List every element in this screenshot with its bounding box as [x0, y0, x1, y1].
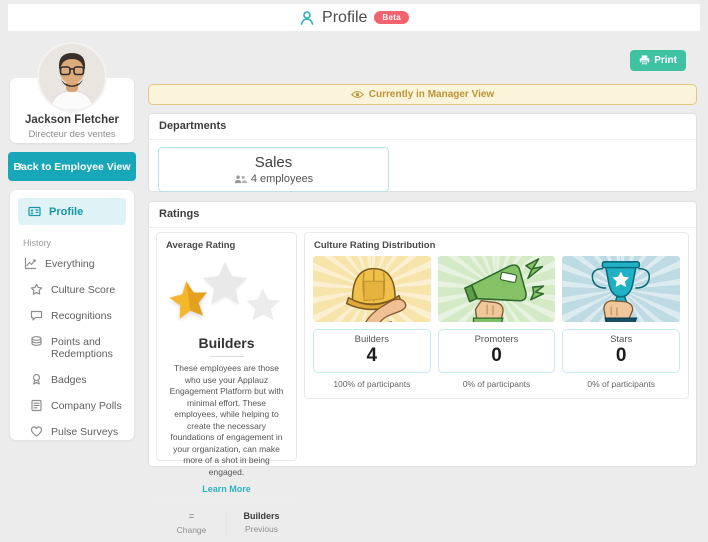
average-rating-footer: = Change Builders Previous: [157, 502, 296, 542]
average-rating-description: These employees are those who use your A…: [157, 363, 296, 478]
sidebar-item-recognitions[interactable]: Recognitions: [10, 303, 134, 329]
distribution-col-builders: Builders 4 100% of participants: [313, 256, 431, 389]
chevron-left-icon: ‹: [19, 160, 23, 172]
poll-icon: [30, 399, 43, 412]
distribution-col-stars: Stars 0 0% of participants: [562, 256, 680, 389]
sidebar-item-label: Pulse Surveys: [51, 426, 118, 438]
sidebar-item-label: Recognitions: [51, 310, 112, 322]
trophy-illustration: [562, 256, 680, 322]
stat-count: 0: [439, 345, 555, 367]
sidebar-item-label: Culture Score: [51, 284, 115, 296]
back-to-employee-view-button[interactable]: ‹ Back to Employee View: [8, 152, 136, 181]
sidebar-item-label: Company Polls: [51, 400, 122, 412]
department-name: Sales: [255, 154, 293, 171]
departments-title: Departments: [149, 114, 696, 140]
id-card-icon: [28, 205, 41, 218]
stat-participants: 100% of participants: [313, 379, 431, 389]
sidebar-item-label: Profile: [49, 206, 83, 218]
print-button-label: Print: [654, 55, 677, 66]
stat-participants: 0% of participants: [562, 379, 680, 389]
page-title: Profile: [322, 9, 367, 27]
sidebar-item-points-redemptions[interactable]: Points and Redemptions: [10, 329, 134, 367]
builders-stat-box[interactable]: Builders 4: [313, 329, 431, 373]
user-role: Directeur des ventes: [10, 129, 134, 140]
stat-count: 4: [314, 345, 430, 367]
history-section-label: History: [23, 238, 134, 248]
sidebar-item-badges[interactable]: Badges: [10, 367, 134, 393]
sidebar-item-profile[interactable]: Profile: [18, 198, 126, 225]
stat-label: Builders: [314, 334, 430, 345]
stars-stat-box[interactable]: Stars 0: [562, 329, 680, 373]
gray-star-icon: [242, 285, 284, 327]
stat-label: Stars: [563, 334, 679, 345]
department-sales-card[interactable]: Sales 4 employees: [158, 147, 389, 192]
sidebar-item-label: Points and Redemptions: [51, 336, 128, 360]
speech-bubble-icon: [30, 309, 43, 322]
departments-card: Departments Sales 4 employees: [148, 113, 697, 192]
previous-value: Builders: [227, 511, 296, 521]
ratings-card: Ratings Average Rating Builders These em…: [148, 201, 697, 467]
sidebar-item-label: Everything: [45, 258, 95, 270]
stat-participants: 0% of participants: [438, 379, 556, 389]
change-label: Change: [157, 525, 226, 535]
avatar: [39, 44, 105, 110]
change-symbol: =: [157, 511, 226, 522]
average-rating-level: Builders: [157, 335, 296, 351]
sidebar-item-pulse-surveys[interactable]: Pulse Surveys: [10, 419, 134, 445]
chart-line-icon: [24, 257, 37, 270]
back-button-label: Back to Employee View: [13, 161, 130, 173]
manager-view-banner[interactable]: Currently in Manager View: [148, 84, 697, 105]
top-header: Profile Beta: [8, 4, 700, 31]
employees-icon: [234, 174, 247, 184]
sidebar-item-label: Badges: [51, 374, 87, 386]
beta-badge: Beta: [374, 11, 409, 24]
distribution-title: Culture Rating Distribution: [305, 233, 688, 253]
star-icon: [30, 283, 43, 296]
gold-star-icon: [162, 274, 216, 328]
stat-label: Promoters: [439, 334, 555, 345]
average-rating-title: Average Rating: [157, 233, 296, 253]
print-button[interactable]: Print: [630, 50, 686, 71]
rating-stars-graphic: [157, 255, 296, 331]
megaphone-illustration: [438, 256, 556, 322]
ratings-title: Ratings: [149, 202, 696, 228]
average-rating-panel: Average Rating Builders These employees …: [156, 232, 297, 461]
previous-label: Previous: [227, 524, 296, 534]
eye-icon: [351, 90, 364, 99]
sidebar-item-company-polls[interactable]: Company Polls: [10, 393, 134, 419]
divider: [210, 356, 244, 357]
hard-hat-illustration: [313, 256, 431, 322]
learn-more-link[interactable]: Learn More: [157, 484, 296, 494]
medal-icon: [30, 373, 43, 386]
sidebar-item-culture-score[interactable]: Culture Score: [10, 277, 134, 303]
banner-label: Currently in Manager View: [369, 89, 494, 100]
distribution-col-promoters: Promoters 0 0% of participants: [438, 256, 556, 389]
user-name: Jackson Fletcher: [10, 114, 134, 126]
coins-icon: [30, 335, 43, 348]
promoters-stat-box[interactable]: Promoters 0: [438, 329, 556, 373]
sidebar-item-everything[interactable]: Everything: [10, 251, 134, 277]
department-employee-count: 4 employees: [251, 173, 313, 185]
stat-count: 0: [563, 345, 679, 367]
heart-icon: [30, 425, 43, 438]
printer-icon: [639, 55, 650, 66]
profile-person-icon: [299, 10, 315, 26]
sidebar-menu: Profile History Everything Culture Score…: [10, 190, 134, 440]
culture-rating-distribution-panel: Culture Rating Distribution: [304, 232, 689, 399]
